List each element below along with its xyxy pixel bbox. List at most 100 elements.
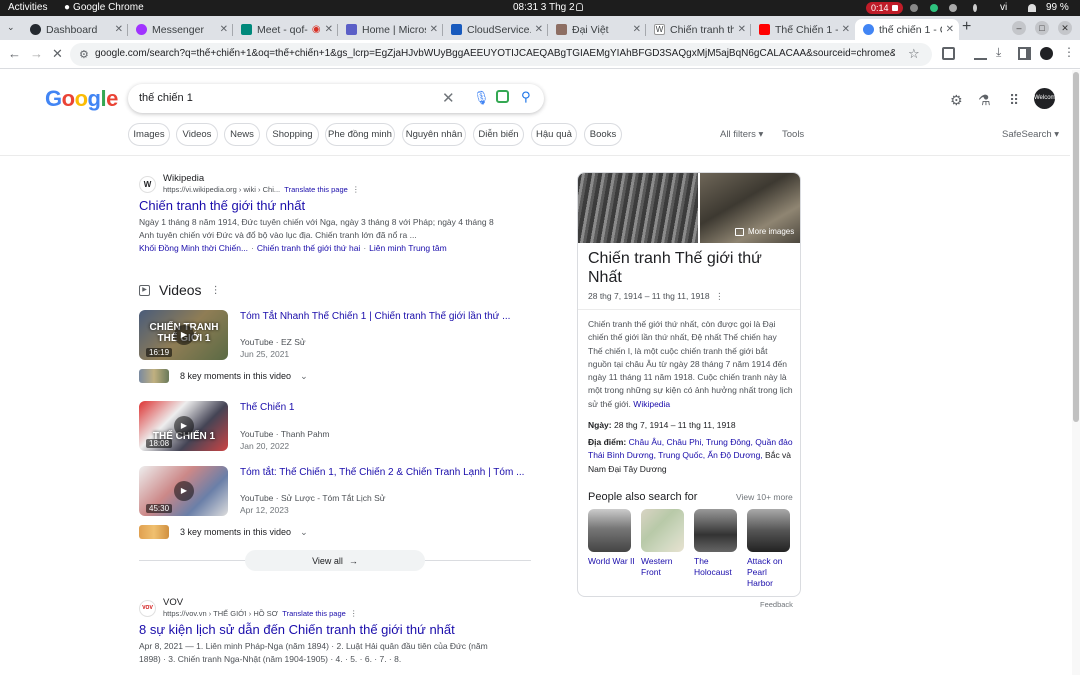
- view-more-link[interactable]: View 10+ more: [736, 492, 793, 502]
- result-title-link[interactable]: 8 sự kiện lịch sử dẫn đến Chiến tranh th…: [139, 622, 455, 637]
- tab-microsoft-home[interactable]: Home | Micros ✕: [338, 19, 443, 40]
- reload-button[interactable]: ✕: [52, 46, 63, 62]
- close-tab-icon[interactable]: ✕: [946, 24, 954, 35]
- tab-google-search[interactable]: thế chiến 1 - C ✕: [855, 19, 959, 40]
- app-menu[interactable]: ● Google Chrome: [64, 2, 144, 13]
- apps-grid-icon[interactable]: ⠿: [1009, 92, 1019, 109]
- western-front-map[interactable]: [641, 509, 684, 552]
- screen-recording-indicator[interactable]: 0:14: [866, 2, 903, 14]
- more-options-icon[interactable]: ⋮: [211, 285, 221, 296]
- chip-phe-dong-minh[interactable]: Phe đồng minh: [325, 123, 395, 146]
- pas-label[interactable]: The Holocaust: [694, 556, 742, 578]
- site-info-icon[interactable]: ⚙: [79, 48, 89, 61]
- video-thumbnail[interactable]: ▶ 45:30: [139, 466, 228, 516]
- video-title-link[interactable]: Thế Chiến 1: [240, 402, 294, 413]
- tools-button[interactable]: Tools: [782, 129, 804, 140]
- pas-label[interactable]: World War II: [588, 556, 636, 567]
- profile-avatar[interactable]: [1040, 47, 1053, 60]
- tab-meet[interactable]: Meet - qof- ◉ ✕: [233, 19, 338, 40]
- labs-flask-icon[interactable]: ⚗: [978, 92, 991, 109]
- url-text[interactable]: google.com/search?q=thế+chiến+1&oq=thế+c…: [95, 48, 895, 59]
- activities-button[interactable]: Activities: [8, 2, 47, 13]
- safesearch-button[interactable]: SafeSearch ▾: [1002, 129, 1059, 140]
- close-tab-icon[interactable]: ✕: [220, 24, 228, 35]
- voice-search-icon[interactable]: 🎙: [473, 90, 490, 106]
- bluetooth-icon[interactable]: [973, 4, 977, 12]
- chip-books[interactable]: Books: [584, 123, 622, 146]
- wifi-icon[interactable]: [1028, 4, 1036, 12]
- download-icon[interactable]: ⤓: [996, 45, 1009, 59]
- sitelink[interactable]: Chiến tranh thế giới thứ hai: [257, 243, 360, 253]
- address-bar[interactable]: ⚙ google.com/search?q=thế+chiến+1&oq=thế…: [70, 43, 932, 66]
- clock[interactable]: 08:31 3 Thg 2: [513, 2, 575, 13]
- back-button[interactable]: ←: [8, 46, 21, 61]
- view-all-videos-button[interactable]: View all →: [245, 550, 425, 571]
- minimize-button[interactable]: –: [1012, 21, 1026, 35]
- key-moments-toggle[interactable]: 3 key moments in this video ⌄: [139, 525, 308, 539]
- lens-search-icon[interactable]: [496, 90, 509, 103]
- sitelink[interactable]: Khối Đồng Minh thời Chiến...: [139, 243, 248, 253]
- key-moments-toggle[interactable]: 8 key moments in this video ⌄: [139, 369, 308, 383]
- feedback-link[interactable]: Feedback: [760, 600, 793, 609]
- more-options-icon[interactable]: ⋮: [352, 185, 360, 194]
- clear-search-icon[interactable]: ✕: [442, 89, 455, 107]
- media-icon[interactable]: [974, 47, 987, 60]
- close-tab-icon[interactable]: ✕: [633, 24, 641, 35]
- extensions-icon[interactable]: [942, 47, 955, 60]
- tray-status-icon[interactable]: [930, 4, 938, 12]
- sitelink[interactable]: Liên minh Trung tâm: [369, 243, 446, 253]
- chip-dien-bien[interactable]: Diễn biến: [473, 123, 524, 146]
- video-title-link[interactable]: Tóm Tắt Nhanh Thế Chiến 1 | Chiến tranh …: [240, 311, 510, 322]
- tab-dai-viet[interactable]: Đại Việt ✕: [548, 19, 646, 40]
- close-tab-icon[interactable]: ✕: [430, 24, 438, 35]
- pas-label[interactable]: Attack on Pearl Harbor: [747, 556, 795, 589]
- side-panel-icon[interactable]: [1018, 47, 1031, 60]
- result-url[interactable]: https://vov.vn › THẾ GIỚI › HỒ SƠ Transl…: [163, 609, 358, 618]
- tab-messenger[interactable]: Messenger ✕: [128, 19, 233, 40]
- close-tab-icon[interactable]: ✕: [115, 24, 123, 35]
- chip-shopping[interactable]: Shopping: [266, 123, 319, 146]
- search-icon[interactable]: ⚲: [521, 89, 531, 105]
- result-title-link[interactable]: Chiến tranh thế giới thứ nhất: [139, 198, 305, 213]
- search-box[interactable]: thế chiến 1 ✕ 🎙 ⚲: [128, 84, 544, 113]
- more-options-icon[interactable]: ⋮: [350, 609, 358, 618]
- more-options-icon[interactable]: ⋮: [715, 291, 724, 301]
- all-filters-button[interactable]: All filters ▾: [720, 129, 763, 140]
- tab-youtube[interactable]: Thế Chiến 1 - ✕: [751, 19, 855, 40]
- result-url[interactable]: https://vi.wikipedia.org › wiki › Chi...…: [163, 185, 360, 194]
- page-scrollbar[interactable]: [1072, 70, 1080, 675]
- result-site-name[interactable]: VOV: [163, 597, 183, 608]
- more-images-button[interactable]: More images: [735, 227, 794, 236]
- chip-hau-qua[interactable]: Hậu quả: [531, 123, 577, 146]
- bookmark-star-icon[interactable]: ☆: [908, 46, 920, 62]
- chip-videos[interactable]: Videos: [176, 123, 218, 146]
- tray-icon[interactable]: [910, 4, 918, 12]
- translate-link[interactable]: Translate this page: [284, 185, 348, 194]
- holocaust-image[interactable]: [694, 509, 737, 552]
- maximize-button[interactable]: □: [1035, 21, 1049, 35]
- battery-status[interactable]: 99 %: [1046, 2, 1069, 13]
- tab-dashboard[interactable]: Dashboard ✕: [22, 19, 128, 40]
- tab-wikipedia[interactable]: W Chiến tranh th ✕: [646, 19, 751, 40]
- video-thumbnail[interactable]: CHIẾN TRANH THẾ GIỚI 1 ▶ 16:19: [139, 310, 228, 360]
- translate-link[interactable]: Translate this page: [282, 609, 346, 618]
- settings-gear-icon[interactable]: ⚙: [950, 92, 963, 109]
- chip-images[interactable]: Images: [128, 123, 170, 146]
- chip-nguyen-nhan[interactable]: Nguyên nhân: [402, 123, 466, 146]
- close-tab-icon[interactable]: ✕: [535, 24, 543, 35]
- tab-cloudservice[interactable]: CloudService.c ✕: [443, 19, 548, 40]
- browser-menu-icon[interactable]: ⋮: [1063, 45, 1076, 59]
- wikipedia-source-link[interactable]: Wikipedia: [633, 399, 670, 409]
- close-tab-icon[interactable]: ✕: [738, 24, 746, 35]
- result-site-name[interactable]: Wikipedia: [163, 173, 204, 184]
- search-input[interactable]: thế chiến 1: [139, 92, 193, 104]
- account-avatar[interactable]: Welcome: [1034, 88, 1059, 109]
- video-thumbnail[interactable]: THẾ CHIẾN 1 ▶ 18:08: [139, 401, 228, 451]
- new-tab-button[interactable]: +: [962, 18, 971, 36]
- pearl-harbor-image[interactable]: [747, 509, 790, 552]
- input-language[interactable]: vi: [1000, 2, 1007, 13]
- close-window-button[interactable]: ✕: [1058, 21, 1072, 35]
- google-logo[interactable]: Google: [45, 86, 118, 112]
- soldiers-image[interactable]: [578, 173, 698, 243]
- close-tab-icon[interactable]: ✕: [325, 24, 333, 35]
